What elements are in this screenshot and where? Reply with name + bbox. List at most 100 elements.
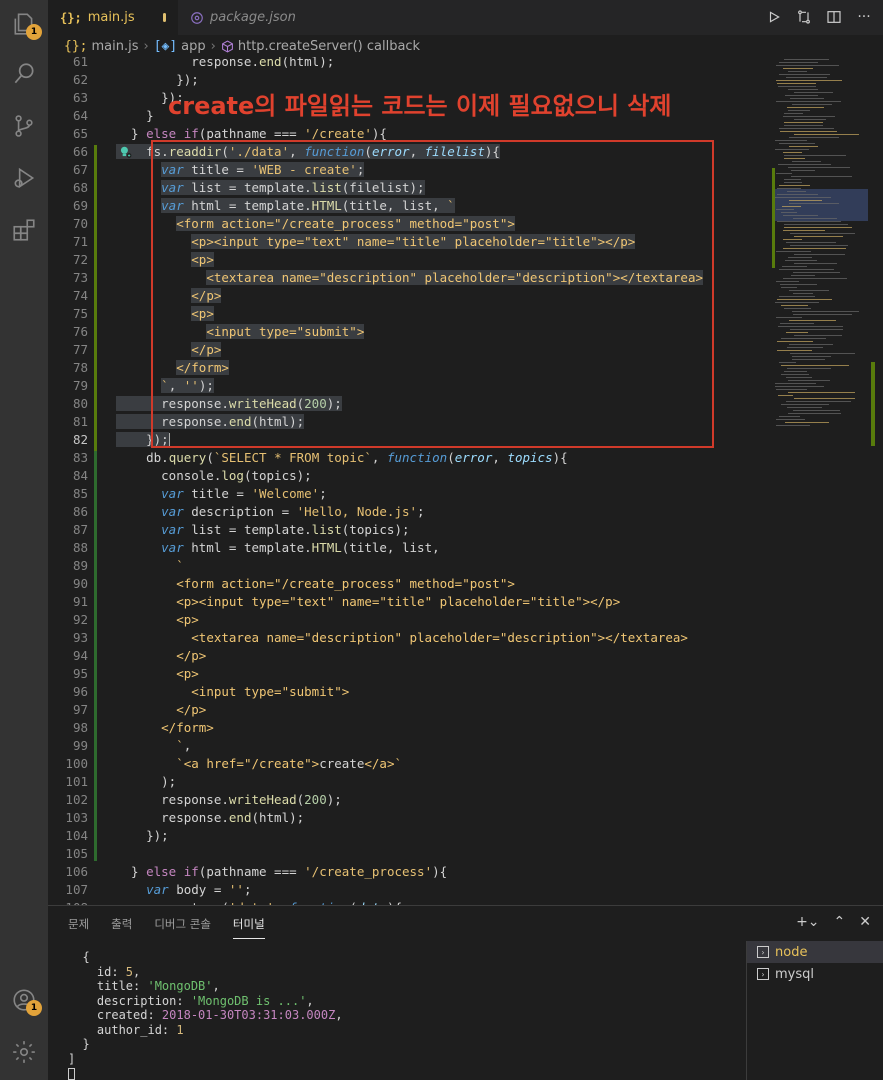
terminal-item-node[interactable]: › node <box>747 941 883 963</box>
source-control-icon[interactable] <box>8 110 40 142</box>
code-line[interactable]: ); <box>116 773 816 791</box>
breadcrumb-symbol-app[interactable]: app <box>181 39 205 54</box>
code-line[interactable]: </p> <box>116 647 816 665</box>
code-line[interactable]: var body = ''; <box>116 881 816 899</box>
minimap-line <box>777 350 812 351</box>
terminal-prompt[interactable] <box>68 1066 728 1080</box>
debug-icon[interactable] <box>8 162 40 194</box>
line-number: 61 <box>72 57 88 69</box>
code-line[interactable]: var list = template.list(topics); <box>116 521 816 539</box>
minimap[interactable] <box>775 57 875 905</box>
minimap-line <box>787 368 831 369</box>
tab-main-js[interactable]: {}; main.js <box>48 0 178 35</box>
code-token: title = <box>183 486 252 501</box>
tab-problems[interactable]: 문제 <box>68 916 89 932</box>
tab-package-json[interactable]: package.json <box>178 0 308 35</box>
code-line[interactable]: </p> <box>116 701 816 719</box>
line-number: 71 <box>72 234 88 249</box>
code-token: } <box>116 864 147 879</box>
code-line[interactable]: <textarea name="description" placeholder… <box>116 629 816 647</box>
terminal-token: , <box>133 964 141 979</box>
tab-terminal[interactable]: 터미널 <box>232 916 265 939</box>
code-line[interactable]: ` <box>116 557 816 575</box>
code-line[interactable]: <form action="/create_process" method="p… <box>116 575 816 593</box>
terminal-line: { <box>68 950 728 965</box>
line-number: 80 <box>72 396 88 411</box>
code-token: HTML <box>311 540 342 555</box>
explorer-icon[interactable]: 1 <box>8 8 42 40</box>
code-token: </p> <box>176 702 207 717</box>
run-icon[interactable] <box>765 8 783 26</box>
minimap-line <box>790 245 848 246</box>
maximize-panel-chevron-up-icon[interactable]: ⌃ <box>834 914 846 930</box>
code-line[interactable]: db.query(`SELECT * FROM topic`, function… <box>116 449 816 467</box>
code-line[interactable]: response.end(html); <box>116 57 816 71</box>
code-token: topics <box>507 450 553 465</box>
code-line[interactable]: `, <box>116 737 816 755</box>
code-line[interactable]: <p> <box>116 611 816 629</box>
minimap-line <box>789 137 839 138</box>
split-editor-icon[interactable] <box>825 8 843 26</box>
code-line[interactable]: }); <box>116 827 816 845</box>
minimap-line <box>793 272 840 273</box>
code-line[interactable]: response.writeHead(200); <box>116 791 816 809</box>
minimap-line <box>784 59 829 60</box>
more-actions-icon[interactable]: ··· <box>855 8 873 26</box>
close-panel-icon[interactable]: ✕ <box>859 914 871 930</box>
code-token: ` <box>176 738 184 753</box>
code-line[interactable]: `<a href="/create">create</a>` <box>116 755 816 773</box>
code-line[interactable] <box>116 845 816 863</box>
minimap-line <box>790 329 843 330</box>
terminal-output[interactable]: { id: 5, title: 'MongoDB', description: … <box>68 950 728 1080</box>
minimap-line <box>779 143 815 144</box>
code-line[interactable]: <p> <box>116 665 816 683</box>
breadcrumb-symbol-callback[interactable]: http.createServer() callback <box>238 39 420 54</box>
line-number: 81 <box>72 414 88 429</box>
line-number: 101 <box>65 774 88 789</box>
settings-gear-icon[interactable] <box>8 1036 40 1068</box>
code-line[interactable]: response.end(html); <box>116 809 816 827</box>
minimap-line <box>787 407 822 408</box>
minimap-line <box>775 383 816 384</box>
tab-debug-console[interactable]: 디버그 콘솔 <box>154 916 211 932</box>
minimap-line <box>775 302 819 303</box>
code-token: <p><input type="text" name="title" place… <box>176 594 621 609</box>
minimap-line <box>776 80 842 81</box>
unsaved-dot-icon[interactable] <box>162 13 166 22</box>
minimap-line <box>788 110 810 111</box>
code-line[interactable]: <p><input type="text" name="title" place… <box>116 593 816 611</box>
minimap-line <box>783 230 825 231</box>
editor-scrollbar[interactable] <box>869 57 883 905</box>
code-line[interactable]: var title = 'Welcome'; <box>116 485 816 503</box>
code-token: ` <box>176 558 184 573</box>
minimap-line <box>775 197 831 198</box>
breadcrumb-file[interactable]: main.js <box>91 39 138 54</box>
minimap-line <box>780 284 817 285</box>
minimap-line <box>775 149 809 150</box>
lightbulb-icon[interactable] <box>118 144 132 158</box>
code-token: <form action="/create_process" method="p… <box>176 576 515 591</box>
terminal-icon: › <box>757 968 769 980</box>
minimap-line <box>781 212 797 213</box>
code-line[interactable]: var description = 'Hello, Node.js'; <box>116 503 816 521</box>
terminal-item-mysql[interactable]: › mysql <box>747 963 883 985</box>
code-line[interactable]: var html = template.HTML(title, list, <box>116 539 816 557</box>
search-icon[interactable] <box>8 58 40 90</box>
code-line[interactable]: <input type="submit"> <box>116 683 816 701</box>
code-line[interactable]: </form> <box>116 719 816 737</box>
minimap-line <box>779 128 834 129</box>
compare-changes-icon[interactable] <box>795 8 813 26</box>
line-number: 105 <box>65 846 88 861</box>
code-token: 200 <box>304 792 327 807</box>
code-line[interactable]: } else if(pathname === '/create_process'… <box>116 863 816 881</box>
code-line[interactable]: console.log(topics); <box>116 467 816 485</box>
new-terminal-plus-icon[interactable]: +⌄ <box>796 914 819 930</box>
tab-output[interactable]: 출력 <box>111 916 132 932</box>
terminal-line: id: 5, <box>68 965 728 980</box>
js-file-icon: {}; <box>64 38 88 54</box>
extensions-icon[interactable] <box>8 214 40 246</box>
account-icon[interactable]: 1 <box>8 984 42 1016</box>
git-modified-marker <box>94 145 97 451</box>
